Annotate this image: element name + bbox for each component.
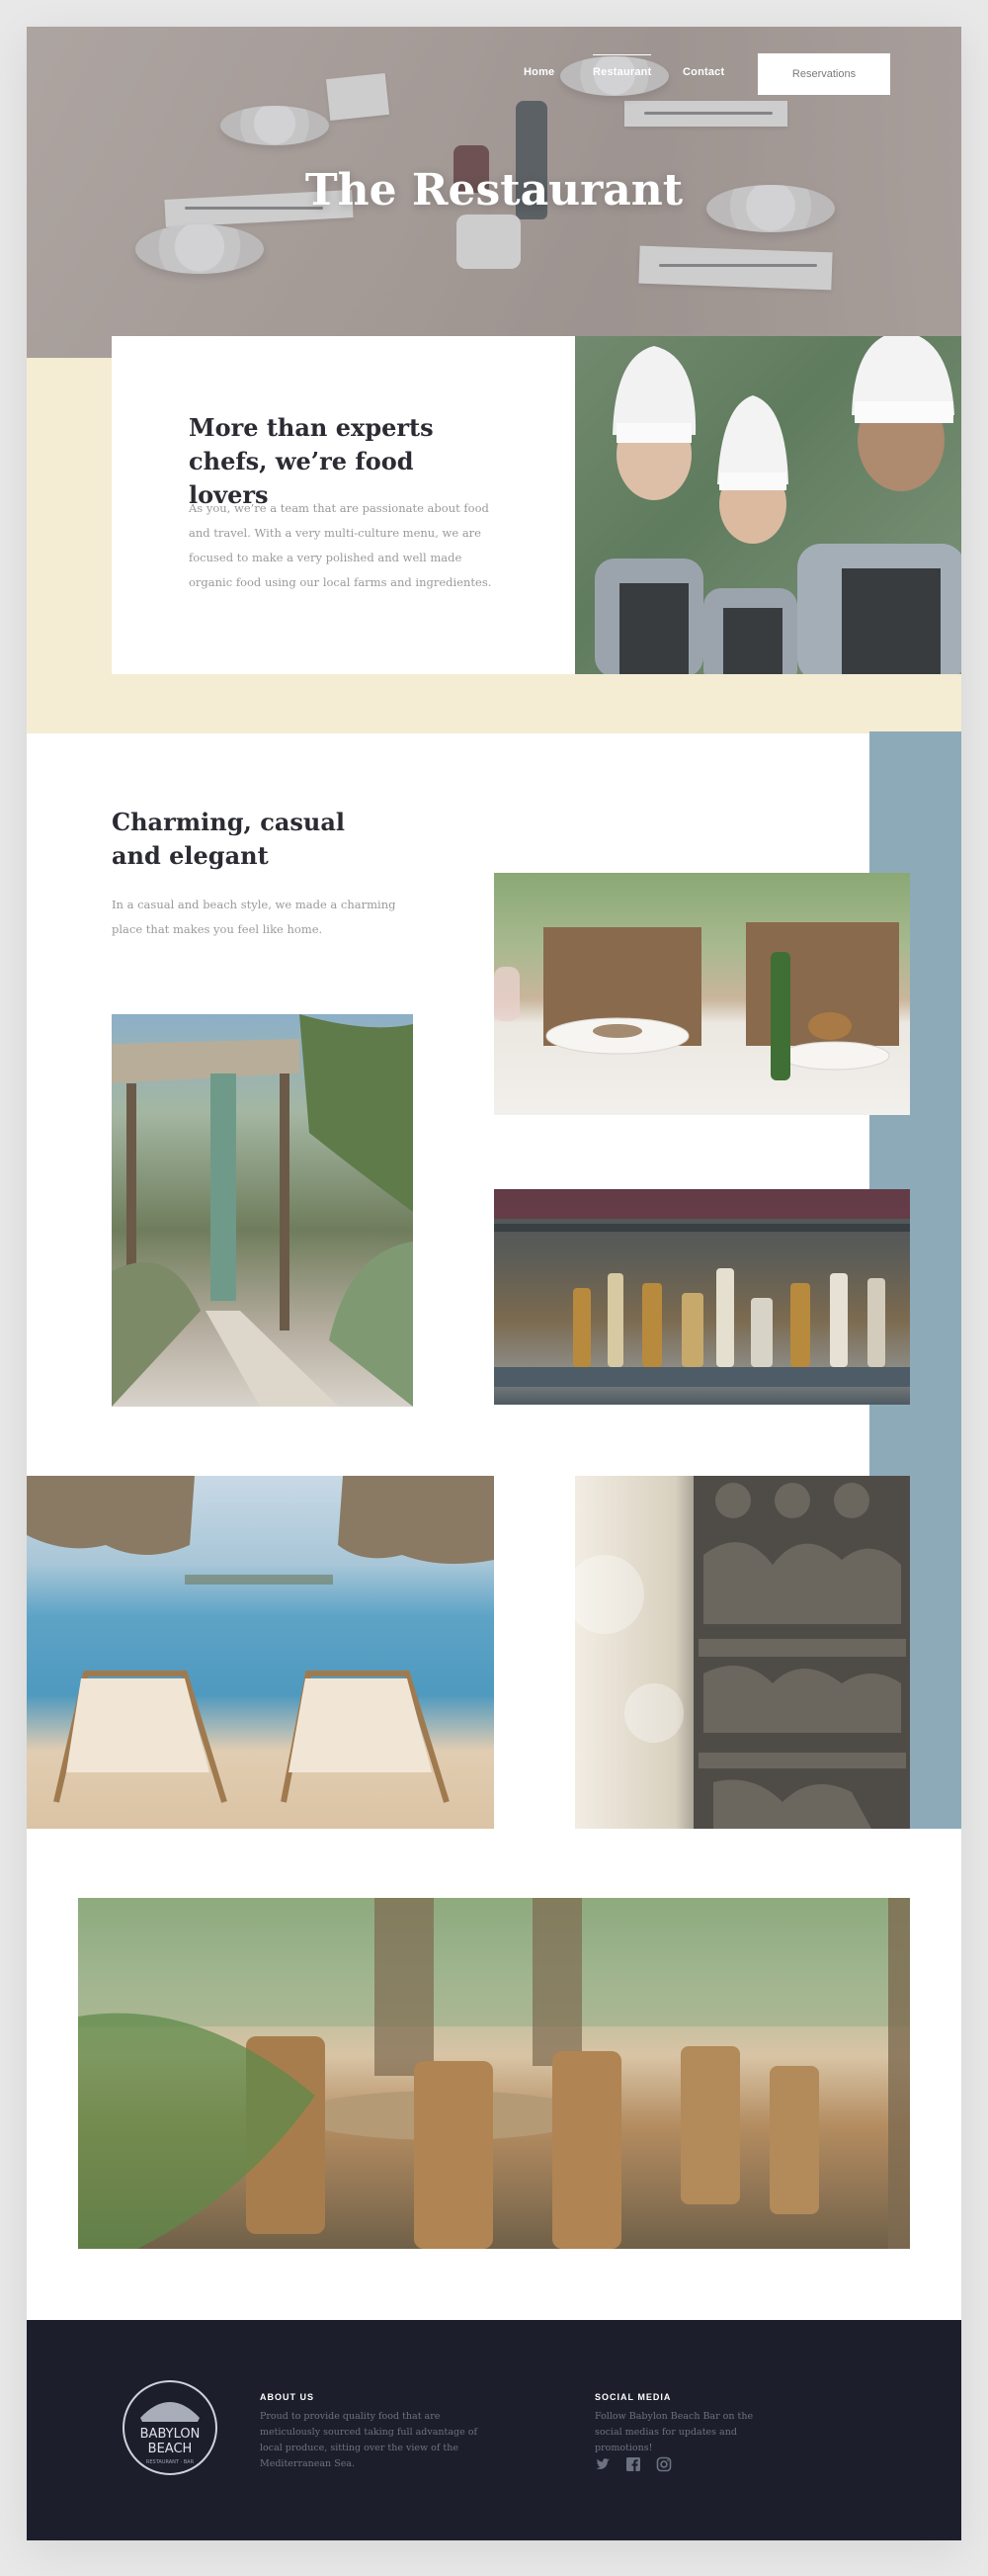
charming-heading: Charming, casual and elegant: [112, 808, 345, 870]
table-food-illustration: [494, 922, 899, 1080]
dining-area-illustration: [78, 1898, 910, 2249]
chefs-illustration: [575, 336, 961, 674]
intro-paragraph: As you, we’re a team that are passionate…: [189, 501, 492, 589]
intro-card: More than experts chefs, we’re food love…: [112, 336, 575, 674]
logo-line2: BEACH: [148, 2442, 193, 2456]
walkway-photo: [112, 1014, 413, 1407]
beach-loungers-illustration: [27, 1476, 494, 1803]
top-navigation: Home Restaurant Contact Reservations: [27, 27, 961, 106]
about-text: Proud to provide quality food that are m…: [260, 2411, 477, 2469]
bar-shelf-illustration: [494, 1189, 910, 1387]
nav-restaurant-link[interactable]: Restaurant: [593, 54, 652, 78]
hero-section: Home Restaurant Contact Reservations The…: [27, 27, 961, 358]
social-heading: SOCIAL MEDIA: [595, 2392, 672, 2402]
page: Home Restaurant Contact Reservations The…: [27, 27, 961, 2540]
social-text: Follow Babylon Beach Bar on the social m…: [595, 2411, 754, 2453]
footer: BABYLON BEACH RESTAURANT · BAR ABOUT US …: [27, 2320, 961, 2540]
table-food-photo: [494, 873, 910, 1115]
logo-tagline: RESTAURANT · BAR: [146, 2459, 195, 2465]
about-heading: ABOUT US: [260, 2392, 314, 2402]
facebook-icon[interactable]: [625, 2456, 641, 2472]
twitter-icon[interactable]: [595, 2456, 611, 2472]
stone-carving-illustration: [575, 1476, 910, 1829]
charming-paragraph: In a casual and beach style, we made a c…: [112, 898, 396, 936]
dining-area-photo: [78, 1898, 910, 2249]
nav-home-link[interactable]: Home: [524, 66, 554, 78]
bar-shelf-photo: [494, 1189, 910, 1405]
logo-line1: BABYLON: [140, 2427, 201, 2442]
babylon-beach-logo[interactable]: BABYLON BEACH RESTAURANT · BAR: [121, 2378, 219, 2477]
logo-icon: BABYLON BEACH RESTAURANT · BAR: [123, 2380, 217, 2475]
page-title: The Restaurant: [304, 165, 684, 215]
nav-contact-link[interactable]: Contact: [683, 66, 724, 78]
chefs-photo: [575, 336, 961, 674]
beach-loungers-photo: [27, 1476, 494, 1829]
reservations-button[interactable]: Reservations: [758, 53, 890, 95]
stone-carving-photo: [575, 1476, 910, 1829]
instagram-icon[interactable]: [656, 2456, 672, 2472]
walkway-illustration: [112, 1014, 413, 1407]
